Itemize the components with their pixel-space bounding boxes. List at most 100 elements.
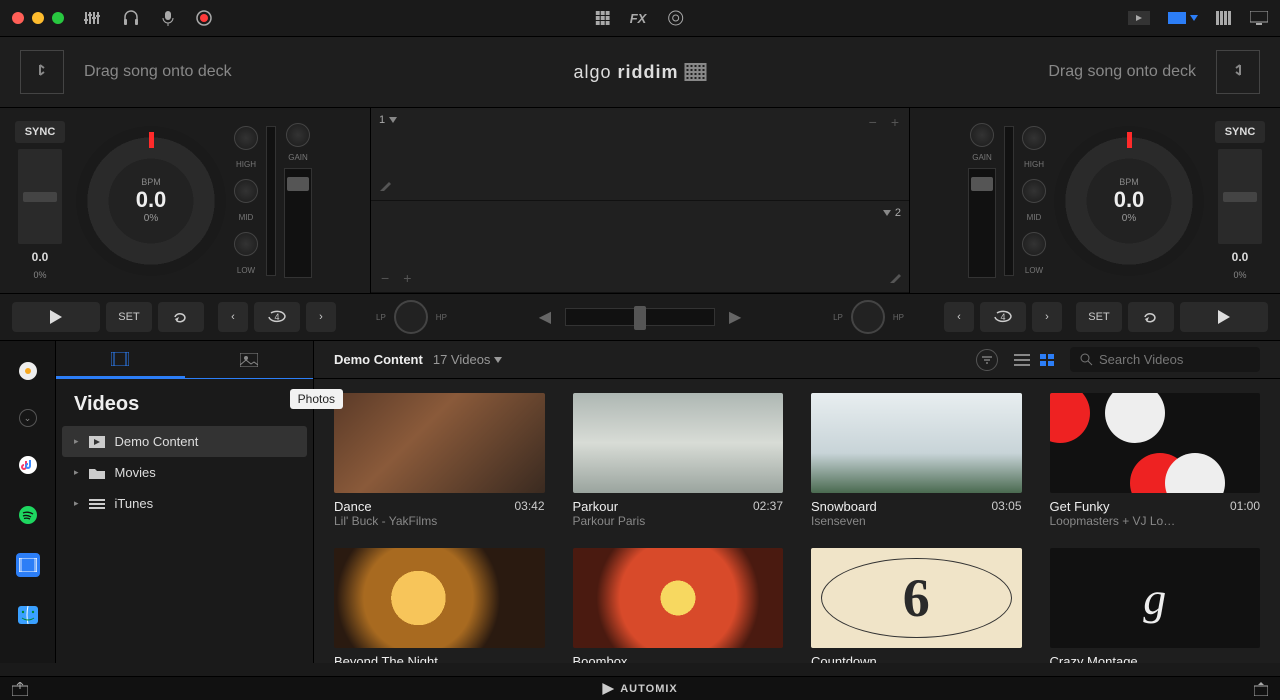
video-card[interactable]: Countdown [811, 548, 1022, 663]
record-icon[interactable] [196, 10, 212, 26]
deck-2-loop-half-button[interactable]: ‹ [944, 302, 974, 332]
deck-1-cue-set-button[interactable]: SET [106, 302, 152, 332]
deck-1-sync-button[interactable]: SYNC [15, 121, 66, 143]
microphone-icon[interactable] [162, 10, 174, 26]
zoom-icon[interactable] [52, 12, 64, 24]
fx-label[interactable]: FX [630, 11, 647, 26]
svg-text:4: 4 [274, 312, 279, 322]
deck-1-volume-fader[interactable] [284, 168, 312, 278]
deck-1-low-knob[interactable] [234, 232, 258, 256]
deck-2-jogwheel[interactable]: BPM 0.0 0% [1054, 126, 1204, 276]
minimize-icon[interactable] [32, 12, 44, 24]
grid-icon[interactable] [596, 11, 610, 25]
automix-button[interactable]: AUTOMIX [602, 683, 678, 695]
deck-2-cue-set-button[interactable]: SET [1076, 302, 1122, 332]
deck-2-mid-knob[interactable] [1022, 179, 1046, 203]
deck-1-eq: HIGH MID LOW [234, 126, 258, 275]
source-djay-icon[interactable] [16, 359, 40, 383]
deck-2-cue-jump-button[interactable] [1128, 302, 1174, 332]
zoom-in-icon[interactable]: + [403, 270, 411, 286]
zoom-out-icon[interactable]: − [381, 270, 389, 286]
content-count[interactable]: 17 Videos [433, 352, 503, 367]
filter-icon[interactable] [976, 349, 998, 371]
deck-2-sync-button[interactable]: SYNC [1215, 121, 1266, 143]
four-deck-icon[interactable] [1216, 11, 1232, 25]
deck-1-loop-half-button[interactable]: ‹ [218, 302, 248, 332]
display-icon[interactable] [1250, 11, 1268, 25]
transport-bar: SET ‹ 4 › LP HP ◀ ▶ LP HP ‹ 4 › SET [0, 293, 1280, 341]
deck-2-volume-fader[interactable] [968, 168, 996, 278]
video-preview-icon[interactable] [1128, 11, 1150, 25]
content-title: Demo Content [334, 352, 423, 367]
deck-2-high-knob[interactable] [1022, 126, 1046, 150]
waveform-track-1[interactable]: 1 −+ [371, 108, 909, 201]
deck-2-low-knob[interactable] [1022, 232, 1046, 256]
xfade-cut-right-icon[interactable]: ▶ [729, 307, 741, 327]
video-title: Boombox [573, 654, 628, 663]
list-view-icon[interactable] [1014, 354, 1030, 366]
close-icon[interactable] [12, 12, 24, 24]
looper-icon[interactable] [666, 10, 684, 26]
deck-1-pitch-pct: 0% [33, 270, 46, 280]
video-title: Countdown [811, 654, 877, 663]
waveform-track-2[interactable]: 2 −+ [371, 201, 909, 294]
video-card[interactable]: ParkourParkour Paris02:37 [573, 393, 784, 528]
deck-1-play-button[interactable] [12, 302, 100, 332]
source-spotify-icon[interactable] [16, 503, 40, 527]
video-card[interactable]: SnowboardIsenseven03:05 [811, 393, 1022, 528]
video-card[interactable]: Boombox [573, 548, 784, 663]
video-thumbnail [811, 393, 1022, 493]
zoom-in-icon[interactable]: + [891, 114, 899, 130]
video-title: Crazy Montage [1050, 654, 1138, 663]
tab-videos[interactable] [56, 341, 185, 378]
source-finder-icon[interactable] [16, 603, 40, 627]
deck-1-loop-double-button[interactable]: › [306, 302, 336, 332]
deck-1-cue-jump-button[interactable] [158, 302, 204, 332]
video-card[interactable]: Crazy Montage [1050, 548, 1261, 663]
deck-1-high-knob[interactable] [234, 126, 258, 150]
deck-2-filter-knob[interactable] [851, 300, 885, 334]
video-thumbnail [1050, 393, 1261, 493]
content-pane: Demo Content 17 Videos Search Videos Dan… [314, 341, 1280, 663]
layout-picker[interactable] [1168, 12, 1198, 24]
search-input[interactable]: Search Videos [1070, 347, 1260, 372]
expand-sources-icon[interactable]: ⌄ [19, 409, 37, 427]
source-music-icon[interactable] [16, 453, 40, 477]
export-icon[interactable] [12, 682, 28, 696]
waveform-area: 1 −+ 2 −+ [370, 108, 910, 293]
video-card[interactable]: DanceLil' Buck - YakFilms03:42 [334, 393, 545, 528]
nav-item-movies[interactable]: ▸Movies [62, 457, 307, 488]
video-title: Beyond The Night [334, 654, 438, 663]
deck-1-jogwheel[interactable]: BPM 0.0 0% [76, 126, 226, 276]
expand-browser-icon[interactable] [1254, 682, 1268, 696]
deck-1-loop-button[interactable]: 4 [254, 302, 300, 332]
crossfader[interactable] [565, 308, 715, 326]
deck-1-gain-knob[interactable] [286, 123, 310, 147]
source-videos-icon[interactable] [16, 553, 40, 577]
deck-2-pitch-slider[interactable] [1218, 149, 1262, 244]
edit-icon[interactable] [889, 272, 901, 284]
deck-1-load-slot[interactable] [20, 50, 64, 94]
deck-2-loop-double-button[interactable]: › [1032, 302, 1062, 332]
deck-2-level-meter [1004, 126, 1014, 276]
deck-2-load-slot[interactable] [1216, 50, 1260, 94]
deck-1-mid-knob[interactable] [234, 179, 258, 203]
xfade-cut-left-icon[interactable]: ◀ [539, 307, 551, 327]
deck-1-pitch-slider[interactable] [18, 149, 62, 244]
nav-item-itunes[interactable]: ▸iTunes [62, 488, 307, 519]
nav-item-demo-content[interactable]: ▸Demo Content [62, 426, 307, 457]
edit-icon[interactable] [379, 180, 391, 192]
video-card[interactable]: Beyond The Night [334, 548, 545, 663]
deck-1-filter-knob[interactable] [394, 300, 428, 334]
headphones-icon[interactable] [122, 10, 140, 26]
video-thumbnail [1050, 548, 1261, 648]
video-card[interactable]: Get FunkyLoopmasters + VJ Lo…01:00 [1050, 393, 1261, 528]
grid-view-icon[interactable] [1040, 354, 1054, 366]
deck-2-gain-knob[interactable] [970, 123, 994, 147]
mixer-icon[interactable] [84, 11, 100, 25]
deck-2-pitch-pct: 0% [1233, 270, 1246, 280]
tab-photos[interactable] [185, 341, 314, 378]
deck-2-loop-button[interactable]: 4 [980, 302, 1026, 332]
deck-2-play-button[interactable] [1180, 302, 1268, 332]
zoom-out-icon[interactable]: − [869, 114, 877, 130]
